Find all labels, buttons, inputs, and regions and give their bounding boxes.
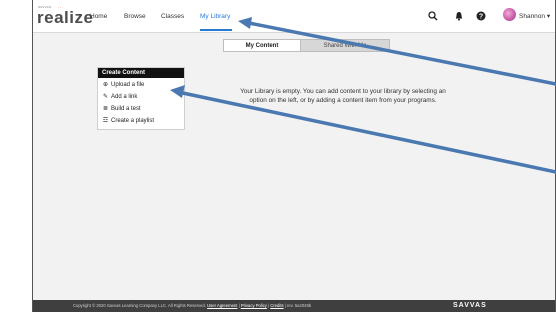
footer: Copyright © 2020 Savvas Learning Company… bbox=[33, 300, 555, 312]
nav-my-library[interactable]: My Library bbox=[200, 13, 230, 20]
footer-text: Copyright © 2020 Savvas Learning Company… bbox=[73, 303, 312, 308]
top-navigation-bar: SAVVAS ··· realize Home Browse Classes M… bbox=[33, 0, 555, 33]
build-test-item[interactable]: ≣ Build a test bbox=[102, 105, 141, 114]
tab-my-content[interactable]: My Content bbox=[223, 39, 301, 52]
bell-icon[interactable] bbox=[453, 10, 465, 22]
search-icon[interactable] bbox=[427, 10, 439, 22]
nav-browse[interactable]: Browse bbox=[124, 13, 146, 20]
empty-library-message: Your Library is empty. You can add conte… bbox=[223, 87, 463, 105]
build-test-label: Build a test bbox=[111, 106, 141, 112]
add-link-item[interactable]: ✎ Add a link bbox=[102, 93, 137, 102]
avatar[interactable] bbox=[503, 8, 516, 21]
privacy-policy-link[interactable]: Privacy Policy bbox=[241, 303, 267, 308]
nav-classes[interactable]: Classes bbox=[161, 13, 184, 20]
create-playlist-label: Create a playlist bbox=[111, 118, 155, 124]
active-nav-indicator bbox=[200, 29, 232, 31]
left-margin bbox=[0, 0, 32, 312]
savvas-logo: SAVVAS bbox=[453, 302, 487, 309]
playlist-icon: ☲ bbox=[102, 118, 109, 124]
add-link-label: Add a link bbox=[111, 94, 138, 100]
svg-text:?: ? bbox=[479, 13, 483, 20]
help-icon[interactable]: ? bbox=[475, 10, 487, 22]
empty-message-line1: Your Library is empty. You can add conte… bbox=[240, 88, 446, 95]
upload-icon: ⊕ bbox=[102, 82, 109, 88]
nav-home[interactable]: Home bbox=[90, 13, 107, 20]
link-icon: ✎ bbox=[102, 94, 109, 100]
empty-message-line2: option on the left, or by adding a conte… bbox=[249, 97, 437, 104]
tab-shared-with-me[interactable]: Shared With Me bbox=[300, 39, 390, 52]
logo-wordmark: realize bbox=[37, 8, 94, 27]
upload-file-item[interactable]: ⊕ Upload a file bbox=[102, 81, 144, 90]
user-agreement-link[interactable]: User Agreement bbox=[207, 303, 237, 308]
upload-file-label: Upload a file bbox=[111, 82, 145, 88]
version-text: rev. 5a2049b bbox=[287, 303, 312, 308]
create-playlist-item[interactable]: ☲ Create a playlist bbox=[102, 117, 154, 126]
copyright-text: Copyright © 2020 Savvas Learning Company… bbox=[73, 303, 206, 308]
app-window: SAVVAS ··· realize Home Browse Classes M… bbox=[32, 0, 556, 312]
credits-link[interactable]: Credits bbox=[270, 303, 283, 308]
test-icon: ≣ bbox=[102, 106, 109, 112]
user-menu[interactable]: Shannon ▾ bbox=[519, 12, 550, 20]
create-content-panel: Create Content ⊕ Upload a file ✎ Add a lin… bbox=[97, 67, 185, 130]
create-content-title: Create Content bbox=[98, 68, 184, 78]
